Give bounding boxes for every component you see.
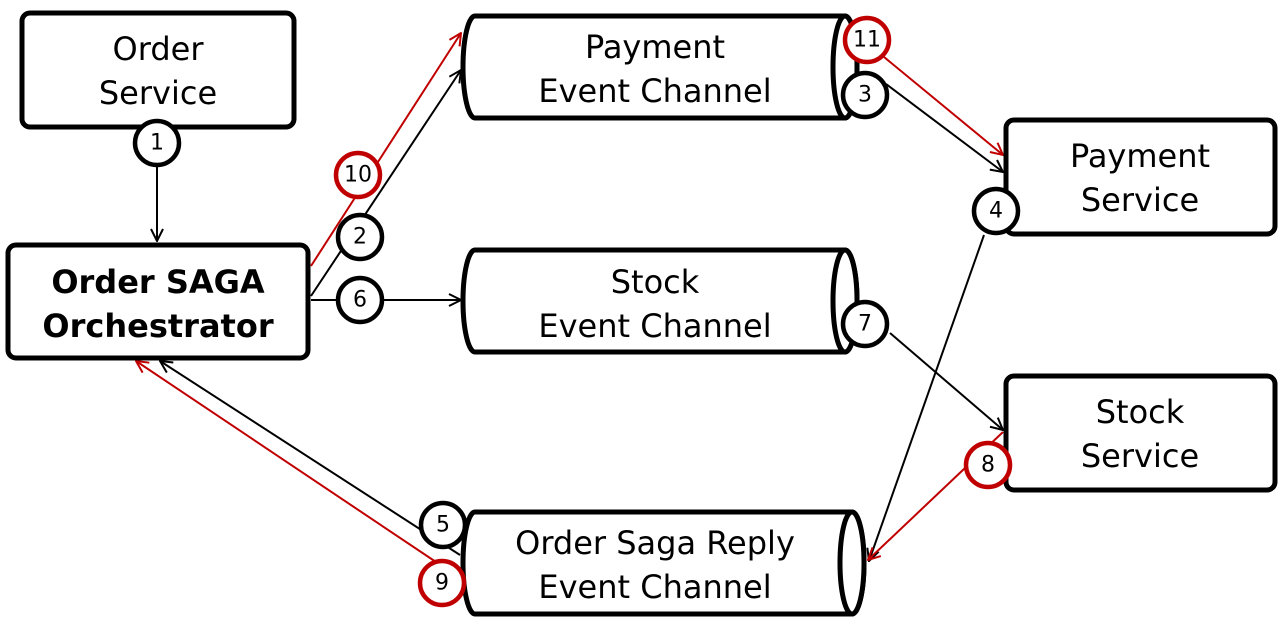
payment-service-label-line1: Payment [1070, 137, 1210, 175]
step-badge-3: 3 [840, 70, 890, 120]
svg-text:2: 2 [353, 225, 367, 250]
edge-step-3 [885, 83, 1003, 172]
payment-service-label-line2: Service [1081, 181, 1199, 219]
svg-text:7: 7 [858, 312, 872, 337]
orchestrator-node[interactable]: Order SAGA Orchestrator [5, 242, 311, 361]
stock-channel-label-line1: Stock [611, 263, 700, 301]
order-service-node[interactable]: Order Service [19, 10, 297, 130]
edge-step-11 [883, 56, 1003, 155]
svg-text:4: 4 [989, 199, 1003, 224]
edge-step-7 [889, 332, 1003, 430]
stock-channel-label-line2: Event Channel [538, 307, 771, 345]
payment-service-node[interactable]: Payment Service [1003, 117, 1278, 237]
svg-text:10: 10 [344, 163, 372, 188]
step-badge-1: 1 [132, 118, 182, 168]
orchestrator-label-line2: Orchestrator [42, 307, 273, 345]
step-badge-5: 5 [418, 500, 468, 550]
edge-step-9 [136, 361, 437, 563]
step-badge-2: 2 [335, 212, 385, 262]
edge-step-2 [310, 70, 461, 297]
payment-channel-label-line1: Payment [585, 28, 725, 66]
step-badge-10: 10 [333, 150, 383, 200]
stock-service-node[interactable]: Stock Service [1003, 373, 1278, 493]
svg-text:3: 3 [858, 83, 872, 108]
svg-text:1: 1 [150, 131, 164, 156]
step-badge-6: 6 [335, 275, 385, 325]
reply-channel-node[interactable]: Order Saga Reply Event Channel [460, 509, 867, 617]
order-service-label-line1: Order [113, 30, 205, 68]
svg-text:5: 5 [436, 513, 450, 538]
reply-channel-label-line1: Order Saga Reply [515, 524, 795, 562]
saga-diagram: Order Service Order SAGA Orchestrator Pa… [5, 10, 1278, 617]
step-badge-4: 4 [971, 186, 1021, 236]
svg-text:11: 11 [853, 28, 881, 53]
edge-step-10 [310, 33, 461, 267]
step-badge-9: 9 [417, 558, 467, 608]
edge-step-5 [160, 361, 461, 556]
payment-channel-label-line2: Event Channel [538, 72, 771, 110]
stock-channel-node[interactable]: Stock Event Channel [460, 247, 860, 355]
order-service-label-line2: Service [99, 74, 217, 112]
stock-service-label-line2: Service [1081, 437, 1199, 475]
orchestrator-label-line1: Order SAGA [51, 263, 265, 301]
step-badge-7: 7 [840, 299, 890, 349]
svg-text:9: 9 [435, 571, 449, 596]
stock-service-label-line1: Stock [1096, 393, 1185, 431]
step-badge-8: 8 [963, 440, 1013, 490]
step-badge-11: 11 [842, 15, 892, 65]
svg-text:8: 8 [981, 453, 995, 478]
payment-channel-node[interactable]: Payment Event Channel [460, 13, 860, 121]
reply-channel-label-line2: Event Channel [538, 568, 771, 606]
svg-text:6: 6 [353, 288, 367, 313]
